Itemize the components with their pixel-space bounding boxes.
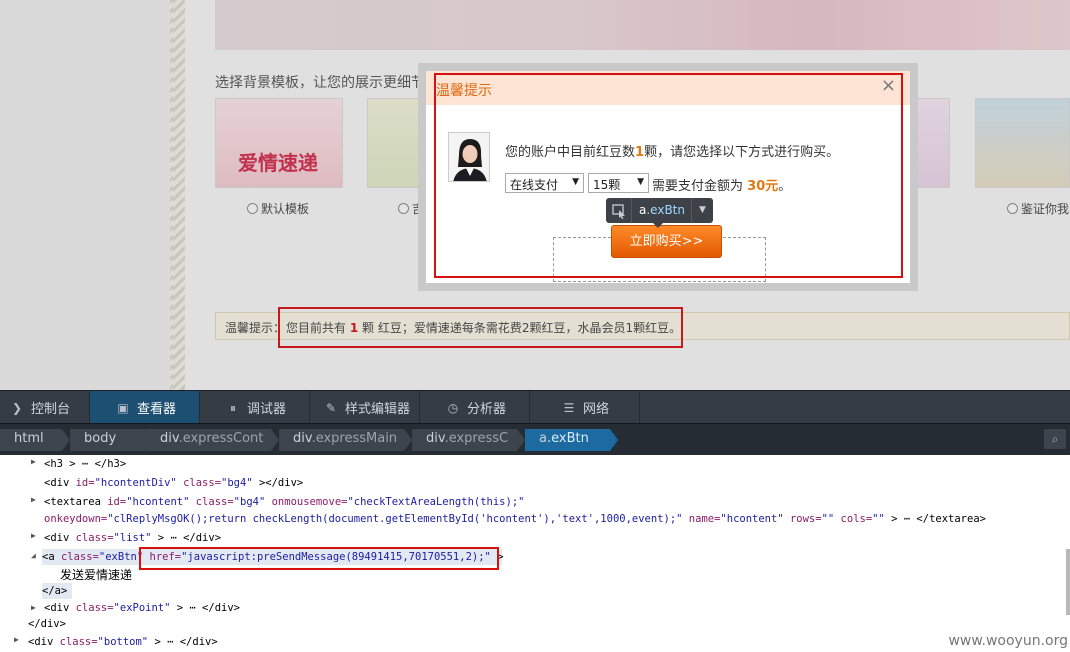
markup-attr-value: "hcontent" (720, 513, 784, 525)
crumb-class: .exBtn (546, 431, 589, 446)
watermark: www.wooyun.org (948, 633, 1068, 649)
markup-tag: <div (44, 477, 76, 489)
crumb-class: .expressC (444, 431, 509, 446)
markup-attr-value: "bg4" (233, 496, 266, 508)
markup-tag: ></div> (252, 477, 304, 489)
tab-label: 样式编辑器 (345, 402, 411, 417)
crumb-class: .expressCont (178, 431, 264, 446)
markup-attr-name: cols= (834, 513, 873, 525)
markup-tag: > ⋯ </div> (148, 636, 218, 648)
debugger-icon: ⏸ (229, 400, 236, 415)
markup-line-h3[interactable]: <h3 > ⋯ </h3> (44, 456, 126, 472)
markup-tag: </div> (28, 618, 66, 630)
breadcrumb-html[interactable]: html (0, 429, 70, 451)
tab-label: 网络 (583, 402, 610, 417)
markup-attr-value: "hcontentDiv" (94, 477, 177, 489)
highlight-box-modal (434, 73, 903, 278)
markup-attr-name: class= (75, 602, 114, 614)
markup-tag: > ⋯ </textarea> (884, 513, 986, 525)
markup-line-a-close[interactable]: </a> (42, 583, 72, 599)
markup-tag: <h3 > ⋯ </h3> (44, 458, 127, 470)
tab-style-editor[interactable]: ✎ 样式编辑器 (310, 391, 420, 424)
breadcrumb-body[interactable]: body (70, 429, 153, 451)
markup-attr-name: class= (189, 496, 234, 508)
markup-line-list[interactable]: <div class="list" > ⋯ </div> (44, 530, 221, 546)
markup-attr-name: onmousemove= (265, 496, 348, 508)
search-icon[interactable]: ⌕ (1044, 429, 1066, 449)
markup-attr-name: class= (176, 477, 222, 489)
breadcrumb-expresscont[interactable]: div.expressCont (146, 429, 279, 451)
tab-label: 调试器 (247, 402, 287, 417)
inspector-icon: ▣ (117, 400, 129, 415)
breadcrumb: html body div.expressCont div.expressMai… (0, 423, 1070, 455)
markup-attr-name: class= (59, 636, 98, 648)
tab-debugger[interactable]: ⏸ 调试器 (200, 391, 310, 424)
markup-text-node: 发送爱情速递 (60, 568, 133, 582)
devtools-toolbar: ❯ 控制台 ▣ 查看器 ⏸ 调试器 ✎ 样式编辑器 ◷ 分析器 ☰ 网络 (0, 390, 1070, 424)
markup-tag: </a> (42, 585, 68, 597)
profiler-icon: ◷ (447, 400, 459, 415)
markup-line-textarea-cont[interactable]: onkeydown="clReplyMsgOK();return checkLe… (44, 511, 986, 527)
markup-line-expoint[interactable]: <div class="exPoint" > ⋯ </div> (44, 600, 240, 616)
tab-label: 查看器 (137, 402, 177, 417)
crumb-tag: a (539, 431, 547, 446)
markup-attr-value: "exPoint" (113, 602, 171, 614)
markup-line-text[interactable]: 发送爱情速递 (60, 567, 132, 583)
markup-tag: <textarea (44, 496, 108, 508)
crumb-tag: div (293, 431, 312, 446)
crumb-tag: div (426, 431, 445, 446)
console-icon: ❯ (11, 400, 23, 415)
markup-line-hcontentdiv[interactable]: <div id="hcontentDiv" class="bg4" ></div… (44, 475, 303, 491)
markup-tag: <div (28, 636, 60, 648)
tab-profiler[interactable]: ◷ 分析器 (420, 391, 530, 424)
style-editor-icon: ✎ (325, 400, 337, 415)
breadcrumb-expressmain[interactable]: div.expressMain (279, 429, 412, 451)
markup-attr-value: "checkTextAreaLength(this);" (347, 496, 525, 508)
markup-attr-value: "exBtn" (98, 551, 144, 563)
markup-scrollbar[interactable] (1066, 549, 1070, 615)
crumb-class: .expressMain (311, 431, 398, 446)
markup-attr-value: "clReplyMsgOK();return checkLength(docum… (107, 513, 683, 525)
expand-twisty-icon[interactable]: ▶ (31, 531, 36, 540)
markup-attr-name: onkeydown= (44, 513, 108, 525)
markup-attr-value: "" (872, 513, 885, 525)
tab-network[interactable]: ☰ 网络 (530, 391, 640, 424)
tab-console[interactable]: ❯ 控制台 (0, 391, 90, 424)
markup-attr-value: "" (821, 513, 835, 525)
markup-line-bottom[interactable]: <div class="bottom" > ⋯ </div> (28, 634, 218, 650)
expand-twisty-icon[interactable]: ▶ (14, 635, 19, 644)
markup-attr-name: class= (60, 551, 99, 563)
breadcrumb-expressc[interactable]: div.expressC (412, 429, 525, 451)
tab-label: 控制台 (31, 402, 71, 417)
markup-attr-name: id= (75, 477, 95, 489)
markup-line-textarea[interactable]: <textarea id="hcontent" class="bg4" onmo… (44, 494, 524, 510)
expand-twisty-icon[interactable]: ▶ (31, 603, 36, 612)
markup-attr-value: "list" (113, 532, 152, 544)
collapse-twisty-icon[interactable]: ◢ (31, 551, 36, 560)
markup-tag: > ⋯ </div> (170, 602, 240, 614)
markup-attr-name: rows= (783, 513, 822, 525)
tab-label: 分析器 (467, 402, 507, 417)
markup-attr-name: class= (75, 532, 114, 544)
breadcrumb-exbtn[interactable]: a.exBtn (525, 429, 618, 451)
expand-twisty-icon[interactable]: ▶ (31, 457, 36, 466)
markup-attr-value: "bg4" (221, 477, 253, 489)
network-icon: ☰ (563, 400, 575, 415)
markup-tag: <div (44, 532, 76, 544)
crumb-tag: html (14, 431, 44, 446)
markup-attr-name: name= (682, 513, 721, 525)
markup-attr-value: "hcontent" (126, 496, 190, 508)
markup-attr-name: id= (107, 496, 127, 508)
markup-line-div-close[interactable]: </div> (28, 616, 66, 632)
highlight-box-href (139, 547, 499, 570)
crumb-tag: div (160, 431, 179, 446)
markup-tag: <a (42, 551, 61, 563)
crumb-tag: body (84, 431, 117, 446)
markup-tag: <div (44, 602, 76, 614)
markup-attr-value: "bottom" (97, 636, 149, 648)
tab-inspector[interactable]: ▣ 查看器 (90, 391, 200, 424)
markup-tag: > ⋯ </div> (151, 532, 222, 544)
expand-twisty-icon[interactable]: ▶ (31, 495, 36, 504)
